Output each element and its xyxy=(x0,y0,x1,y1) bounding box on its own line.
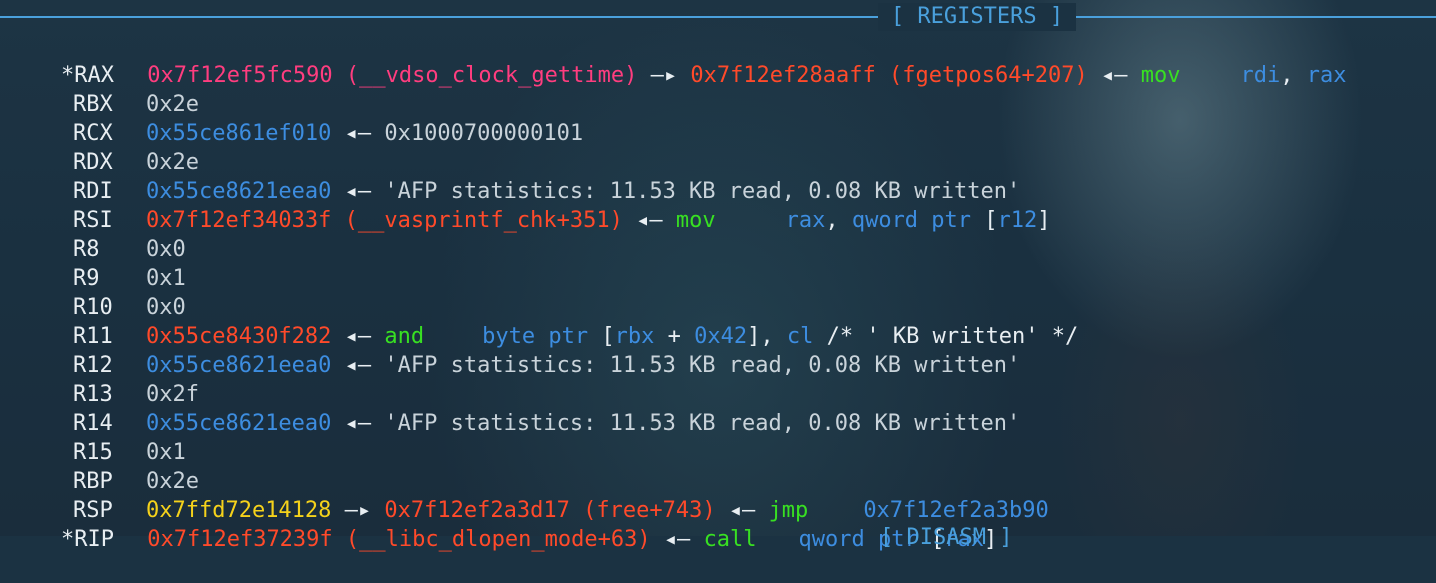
operand: rax xyxy=(785,208,826,233)
operand: qword ptr xyxy=(851,208,972,233)
bracket: [ xyxy=(984,208,998,233)
register-row-r10[interactable]: R10 0x0 xyxy=(8,264,186,320)
registers-header: [ REGISTERS ] xyxy=(878,3,1076,31)
register-row-r8[interactable]: R8 0x0 xyxy=(8,206,186,262)
register-value: 0x7f12ef37239f xyxy=(147,527,333,552)
register-name: RIP xyxy=(74,527,114,552)
bracket: ] xyxy=(1037,208,1051,233)
deref-arrow: —▸ xyxy=(650,63,678,88)
disasm-header: [ DISASM ] xyxy=(880,525,1013,550)
modified-marker: * xyxy=(60,527,75,552)
register-row-rbx[interactable]: RBX 0x2e xyxy=(8,61,199,117)
opcode: call xyxy=(703,527,757,552)
deref-arrow: ◂— xyxy=(1100,63,1128,88)
deref-arrow: ◂— xyxy=(344,353,372,378)
register-row-r11[interactable]: R11 0x55ce8430f282 ◂— and byte ptr [rbx + … xyxy=(8,293,1078,349)
register-row-rdi[interactable]: RDI 0x55ce8621eea0 ◂— 'AFP statistics: 11… xyxy=(8,148,1020,204)
pwndbg-terminal[interactable]: [ REGISTERS ] *RAX 0x7f12ef5fc590 (__vdso… xyxy=(0,0,1436,552)
register-row-rsp[interactable]: RSP 0x7ffd72e14128 —▸ 0x7f12ef2a3d17 (fre… xyxy=(8,467,1049,523)
deref-arrow: ◂— xyxy=(636,208,663,233)
deref-string: 'AFP statistics: 11.53 KB read, 0.08 KB … xyxy=(384,353,1021,378)
register-row-rdx[interactable]: RDX 0x2e xyxy=(8,119,199,175)
register-row-r13[interactable]: R13 0x2f xyxy=(8,351,199,407)
register-row-r15[interactable]: R15 0x1 xyxy=(8,409,186,465)
opcode: mov xyxy=(1140,63,1181,88)
deref-arrow: ◂— xyxy=(344,411,372,436)
deref-arrow: ◂— xyxy=(344,121,372,146)
operand-separator: , xyxy=(1280,63,1294,88)
symbol: (fgetpos64+207) xyxy=(889,63,1088,88)
operand: rdi xyxy=(1240,63,1281,88)
register-row-rsi[interactable]: RSI 0x7f12ef34033f (__vasprintf_chk+351) … xyxy=(8,177,1051,233)
section-divider xyxy=(0,16,1436,18)
operand-separator: , xyxy=(825,208,839,233)
register-row-rbp[interactable]: RBP 0x2e xyxy=(8,438,199,494)
pointer-value: 0x7f12ef28aaff xyxy=(690,63,876,88)
register-row-rcx[interactable]: RCX 0x55ce861ef010 ◂— 0x1000700000101 xyxy=(8,90,583,146)
symbol: (__libc_dlopen_mode+63) xyxy=(345,527,651,552)
symbol: (__vasprintf_chk+351) xyxy=(344,208,623,233)
register-row-r9[interactable]: R9 0x1 xyxy=(8,235,186,291)
deref-arrow: ◂— xyxy=(663,527,691,552)
register-row-rax[interactable]: *RAX 0x7f12ef5fc590 (__vdso_clock_gettime… xyxy=(8,32,1346,88)
deref-string: 'AFP statistics: 11.53 KB read, 0.08 KB … xyxy=(384,411,1021,436)
opcode: mov xyxy=(675,208,716,233)
register-row-r12[interactable]: R12 0x55ce8621eea0 ◂— 'AFP statistics: 11… xyxy=(8,322,1020,378)
symbol: (__vdso_clock_gettime) xyxy=(345,63,638,88)
operand: rax xyxy=(1306,63,1347,88)
register-row-r14[interactable]: R14 0x55ce8621eea0 ◂— 'AFP statistics: 11… xyxy=(8,380,1020,436)
operand: r12 xyxy=(997,208,1038,233)
deref-target: 0x1000700000101 xyxy=(384,121,584,146)
register-row-rip[interactable]: *RIP 0x7f12ef37239f (__libc_dlopen_mode+6… xyxy=(8,496,997,552)
